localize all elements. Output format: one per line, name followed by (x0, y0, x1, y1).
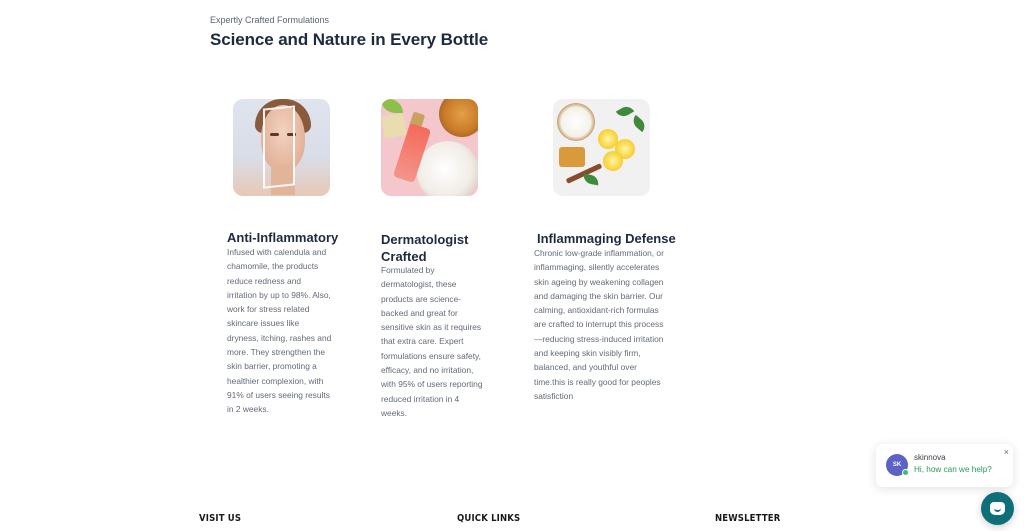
desc-line: backed and great for (381, 307, 458, 318)
desc-line: reduce redness and (227, 275, 302, 286)
desc-line: Chronic low-grade inflammation, or (534, 248, 664, 258)
desc-line: dryness, itching, rashes and (227, 332, 332, 343)
desc-line: products are science- (381, 293, 462, 304)
desc-line: with 95% of users reporting (381, 379, 483, 390)
desc-line: skincare issues like (227, 318, 300, 329)
card-inflammaging-desc: Chronic low-grade inflammation, or infla… (534, 246, 664, 403)
desc-line: in 2 weeks. (227, 404, 269, 415)
section-title: Science and Nature in Every Bottle (210, 30, 489, 49)
close-icon[interactable]: × (1004, 447, 1009, 457)
desc-line: healthier complexion, with (227, 375, 324, 386)
desc-line: —reducing stress-induced irritation (534, 333, 664, 344)
card-anti-inflammatory-desc: Infused with calendula and chamomile, th… (227, 245, 331, 417)
chat-launcher-button[interactable] (981, 492, 1014, 525)
card-dermatologist-image (381, 99, 478, 196)
desc-line: dermatologist, these (381, 279, 457, 290)
desc-line: skin ageing by weakening collagen (534, 276, 664, 287)
desc-line: calming, antioxidant-rich formulas (534, 305, 659, 316)
desc-line: and damaging the skin barrier. Our (534, 290, 663, 301)
desc-line: and keeping skin visibly firm, (534, 348, 641, 359)
chat-bubble-icon (990, 502, 1005, 515)
desc-line: skin barrier, promoting a (227, 361, 317, 372)
desc-line: efficacy, and no irritation, (381, 365, 474, 376)
desc-line: sensitive skin as it requires (381, 322, 482, 333)
chat-message[interactable]: Hi, how can we help? (914, 465, 992, 474)
desc-line: Formulated by (381, 265, 435, 275)
title-line: Dermatologist (381, 232, 469, 247)
card-inflammaging-title: Inflammaging Defense (537, 231, 676, 246)
card-dermatologist-desc: Formulated by dermatologist, these produ… (381, 263, 482, 420)
online-indicator (902, 469, 909, 476)
desc-line: inflammaging, silently accelerates (534, 262, 660, 273)
desc-line: are crafted to interrupt this process (534, 319, 664, 330)
card-inflammaging-image (553, 99, 650, 196)
card-dermatologist-title: Dermatologist Crafted (381, 231, 468, 265)
desc-line: Infused with calendula and (227, 247, 327, 257)
desc-line: satisfiction (534, 390, 574, 401)
card-anti-inflammatory-image (233, 99, 330, 196)
desc-line: chamomile, the products (227, 261, 319, 272)
chat-name: skinnova (914, 453, 946, 462)
footer-visit-heading: VISIT US (199, 513, 242, 524)
desc-line: reduced irritation in 4 (381, 393, 460, 404)
card-anti-inflammatory-title: Anti-Inflammatory (227, 230, 339, 245)
desc-line: more. They strengthen the (227, 347, 326, 358)
desc-line: work for stress related (227, 304, 310, 315)
desc-line: weeks. (381, 407, 408, 418)
footer-links-heading: QUICK LINKS (457, 513, 521, 524)
desc-line: that extra care. Expert (381, 336, 464, 347)
desc-line: irritation by up to 98%. Also, (227, 289, 331, 300)
section-eyebrow: Expertly Crafted Formulations (210, 15, 330, 25)
chat-popup[interactable]: SK skinnova Hi, how can we help? × (876, 444, 1013, 487)
footer-newsletter-heading: NEWSLETTER (715, 513, 781, 524)
desc-line: 91% of users seeing results (227, 389, 330, 400)
desc-line: balanced, and youthful over (534, 362, 637, 373)
desc-line: time.this is really good for peoples (534, 376, 661, 387)
desc-line: formulations ensure safety, (381, 350, 481, 361)
